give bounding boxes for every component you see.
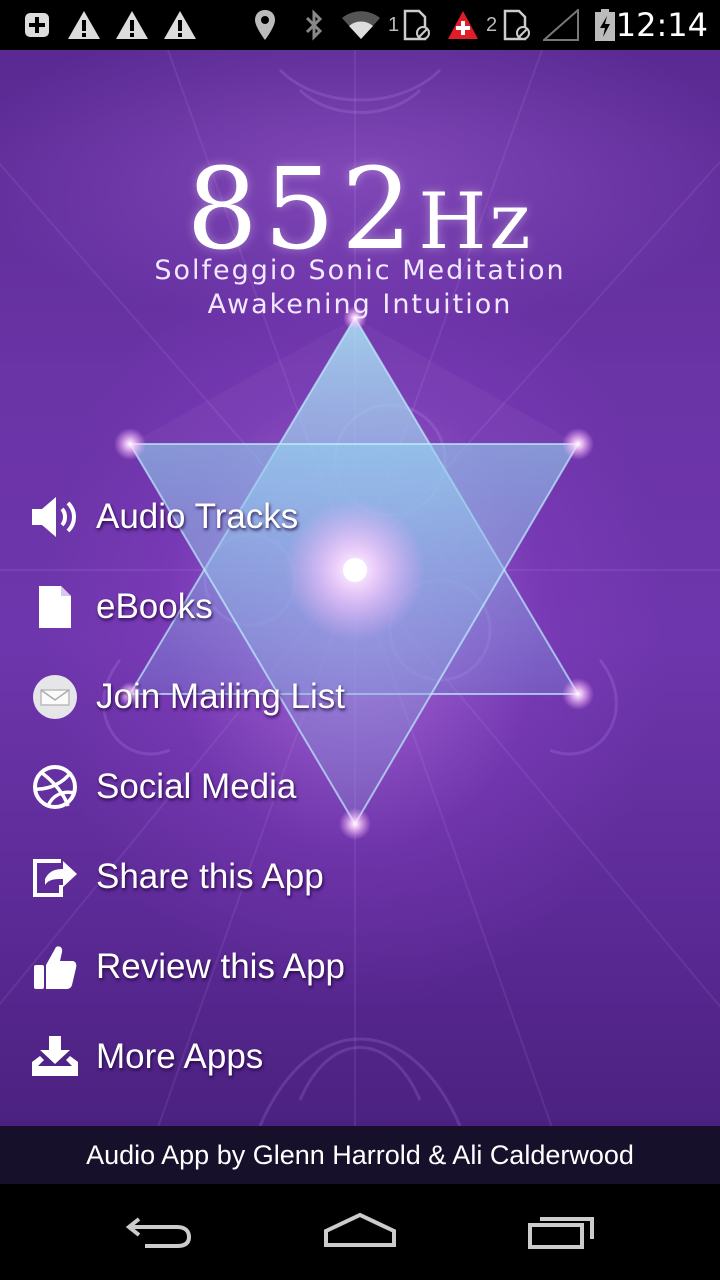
logo-subtitle-2: Awakening Intuition xyxy=(207,289,513,320)
warning-icon xyxy=(162,8,198,42)
home-button[interactable] xyxy=(310,1208,410,1258)
warning-icon xyxy=(66,8,102,42)
menu-item-ebooks[interactable]: eBooks xyxy=(0,567,520,647)
menu-item-share-app[interactable]: Share this App xyxy=(0,837,520,917)
sim1-icon xyxy=(402,8,432,42)
menu-item-audio-tracks[interactable]: Audio Tracks xyxy=(0,477,520,557)
menu-label: Audio Tracks xyxy=(96,497,299,536)
menu-label: Review this App xyxy=(96,947,346,986)
warning-icon xyxy=(114,8,150,42)
status-bar: 1 2 12:14 xyxy=(0,0,720,50)
logo-subtitle-1: Solfeggio Sonic Meditation xyxy=(154,255,566,286)
document-icon xyxy=(28,580,82,634)
menu-item-partial[interactable] xyxy=(0,1112,520,1126)
speaker-icon xyxy=(28,490,82,544)
add-icon xyxy=(22,8,52,42)
back-icon xyxy=(125,1211,195,1256)
thumbs-up-icon xyxy=(28,940,82,994)
home-icon xyxy=(322,1211,398,1256)
recents-icon xyxy=(526,1211,598,1256)
menu-item-join-mailing-list[interactable]: Join Mailing List xyxy=(0,657,520,737)
main-screen: 852Hz Solfeggio Sonic Meditation Awakeni… xyxy=(0,50,720,1126)
menu-label: Social Media xyxy=(96,767,297,806)
clock: 12:14 xyxy=(615,6,708,44)
menu-item-more-apps[interactable]: More Apps xyxy=(0,1017,520,1097)
share-icon xyxy=(28,850,82,904)
location-icon xyxy=(252,8,278,42)
sim1-label: 1 xyxy=(388,14,400,36)
dribbble-icon xyxy=(28,760,82,814)
alert-icon xyxy=(446,8,480,42)
menu-item-review-app[interactable]: Review this App xyxy=(0,927,520,1007)
envelope-icon xyxy=(28,670,82,724)
menu-label: More Apps xyxy=(96,1037,264,1076)
wifi-icon xyxy=(340,8,382,42)
signal-icon xyxy=(542,8,580,42)
download-icon xyxy=(28,1030,82,1084)
sim2-icon xyxy=(502,8,532,42)
sim2-label: 2 xyxy=(486,14,498,36)
bluetooth-icon xyxy=(302,8,326,42)
navigation-bar xyxy=(0,1184,720,1280)
menu-label: Join Mailing List xyxy=(96,677,345,716)
menu-item-social-media[interactable]: Social Media xyxy=(0,747,520,827)
credits-banner[interactable]: Audio App by Glenn Harrold & Ali Calderw… xyxy=(0,1126,720,1184)
battery-charging-icon xyxy=(592,8,618,42)
menu-label: Share this App xyxy=(96,857,324,896)
recents-button[interactable] xyxy=(512,1208,612,1258)
back-button[interactable] xyxy=(110,1208,210,1258)
menu-label: eBooks xyxy=(96,587,213,626)
